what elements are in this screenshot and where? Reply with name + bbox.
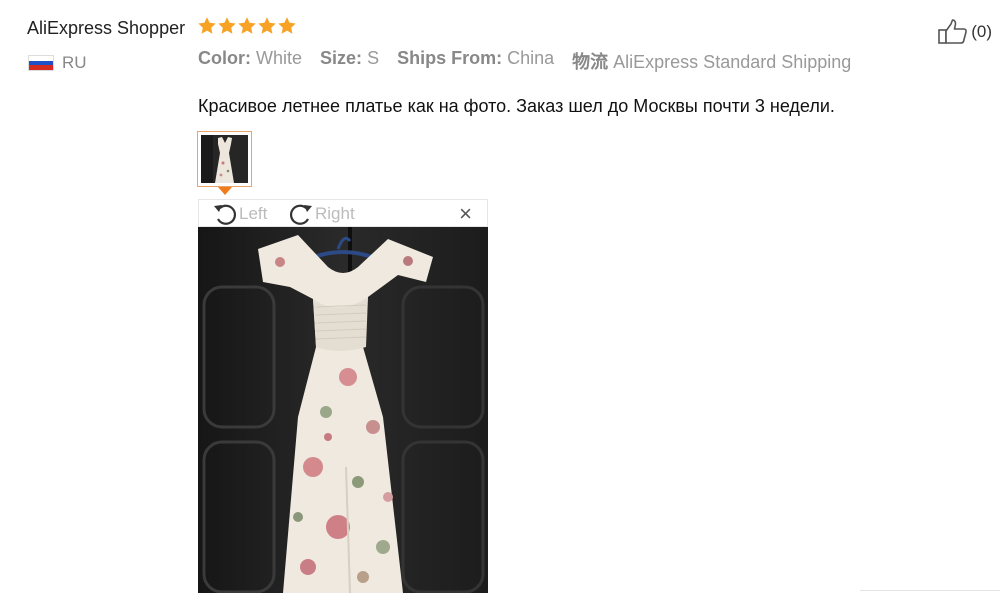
review-photo-thumbnail[interactable] xyxy=(197,131,252,187)
star-icon xyxy=(277,15,297,37)
attribute-value: AliExpress Standard Shipping xyxy=(613,52,852,72)
divider xyxy=(860,590,1000,591)
star-icon xyxy=(197,15,217,37)
attribute-value: S xyxy=(367,48,380,68)
review-text: Красивое летнее платье как на фото. Зака… xyxy=(198,96,835,116)
close-icon[interactable]: × xyxy=(459,202,472,226)
star-rating xyxy=(197,15,297,39)
rotate-right-button[interactable]: Right xyxy=(287,201,355,227)
attribute-label: Ships From: xyxy=(397,48,503,68)
attribute-color: Color: White xyxy=(198,48,302,74)
photo-viewer-toolbar: Left Right × xyxy=(198,199,488,227)
attribute-label: Color: xyxy=(198,48,251,68)
attribute-ships-from: Ships From: China xyxy=(397,48,554,74)
dress-photo-image xyxy=(198,227,488,593)
attribute-value: White xyxy=(256,48,303,68)
russia-flag-icon xyxy=(28,55,54,71)
dress-thumbnail-image xyxy=(201,135,248,183)
helpful-like-button[interactable]: (0) xyxy=(937,18,992,46)
reviewer-country: RU xyxy=(28,53,87,73)
attribute-size: Size: S xyxy=(320,48,379,74)
country-code: RU xyxy=(62,53,87,72)
star-icon xyxy=(257,15,277,37)
rotate-right-icon xyxy=(290,204,312,225)
attribute-value: China xyxy=(507,48,555,68)
rotate-left-icon xyxy=(214,204,236,225)
attribute-logistics: 物流 AliExpress Standard Shipping xyxy=(572,48,851,74)
rotate-left-button[interactable]: Left xyxy=(211,201,267,227)
thumbs-up-icon xyxy=(938,19,968,44)
reviewer-name: AliExpress Shopper xyxy=(27,18,186,38)
rotate-right-label: Right xyxy=(315,204,355,223)
thumbnail-selected-caret xyxy=(218,187,232,195)
star-icon xyxy=(237,15,257,37)
rotate-left-label: Left xyxy=(239,204,268,223)
like-count: (0) xyxy=(971,22,992,41)
attribute-label: Size: xyxy=(320,48,363,68)
attribute-label: 物流 xyxy=(572,52,609,72)
star-icon xyxy=(217,15,237,37)
review-photo xyxy=(198,227,488,593)
order-attributes: Color: White Size: S Ships From: China 物… xyxy=(198,48,869,74)
